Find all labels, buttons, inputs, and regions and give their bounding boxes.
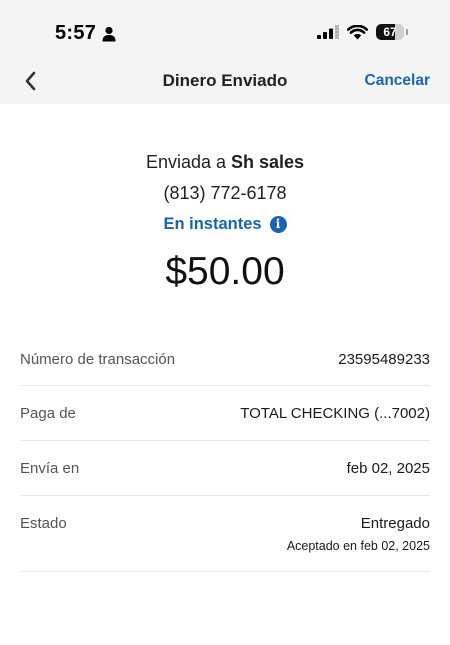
- signal-icon: [317, 25, 339, 39]
- detail-value: feb 02, 2025: [346, 460, 430, 477]
- transfer-details: Número de transacción 23595489233 Paga d…: [20, 332, 430, 572]
- battery-icon: 67: [376, 24, 404, 40]
- detail-label: Envía en: [20, 460, 80, 477]
- detail-row-status: Estado Entregado Aceptado en feb 02, 202…: [20, 496, 430, 572]
- status-subtext: Aceptado en feb 02, 2025: [286, 539, 430, 553]
- detail-label: Número de transacción: [20, 351, 176, 368]
- status-value: Entregado: [360, 515, 430, 532]
- person-icon: [102, 26, 116, 41]
- status-time: 5:57: [55, 22, 97, 44]
- detail-row-paid-from: Paga de TOTAL CHECKING (...7002): [20, 386, 430, 441]
- status-indicators: 67: [317, 24, 408, 40]
- delivery-speed-label: En instantes: [163, 215, 262, 233]
- detail-value: 23595489233: [338, 351, 430, 368]
- detail-row-transaction-number: Número de transacción 23595489233: [20, 332, 430, 386]
- wifi-icon: [347, 24, 368, 39]
- sent-to-line: Enviada a Sh sales: [0, 150, 450, 174]
- sent-to-prefix: Enviada a: [145, 152, 231, 172]
- detail-label: Paga de: [20, 405, 76, 422]
- battery-tip: [406, 29, 408, 35]
- amount: $50.00: [165, 250, 285, 293]
- status-bar: 5:57 67: [0, 0, 450, 58]
- transfer-summary: Enviada a Sh sales (813) 772-6178 En ins…: [0, 150, 450, 296]
- recipient-name: Sh sales: [231, 152, 305, 172]
- detail-value: TOTAL CHECKING (...7002): [240, 405, 430, 422]
- detail-row-send-date: Envía en feb 02, 2025: [20, 441, 430, 496]
- battery-percent: 67: [383, 25, 397, 39]
- status-value-group: Entregado Aceptado en feb 02, 2025: [287, 514, 430, 553]
- detail-label: Estado: [20, 515, 67, 532]
- delivery-speed: En instantes i: [0, 213, 450, 235]
- nav-bar: Dinero Enviado Cancelar: [0, 58, 450, 104]
- cancel-button[interactable]: Cancelar: [365, 72, 430, 90]
- status-time-group: 5:57: [55, 22, 116, 45]
- recipient-phone: (813) 772-6178: [163, 183, 287, 203]
- info-icon[interactable]: i: [269, 215, 287, 233]
